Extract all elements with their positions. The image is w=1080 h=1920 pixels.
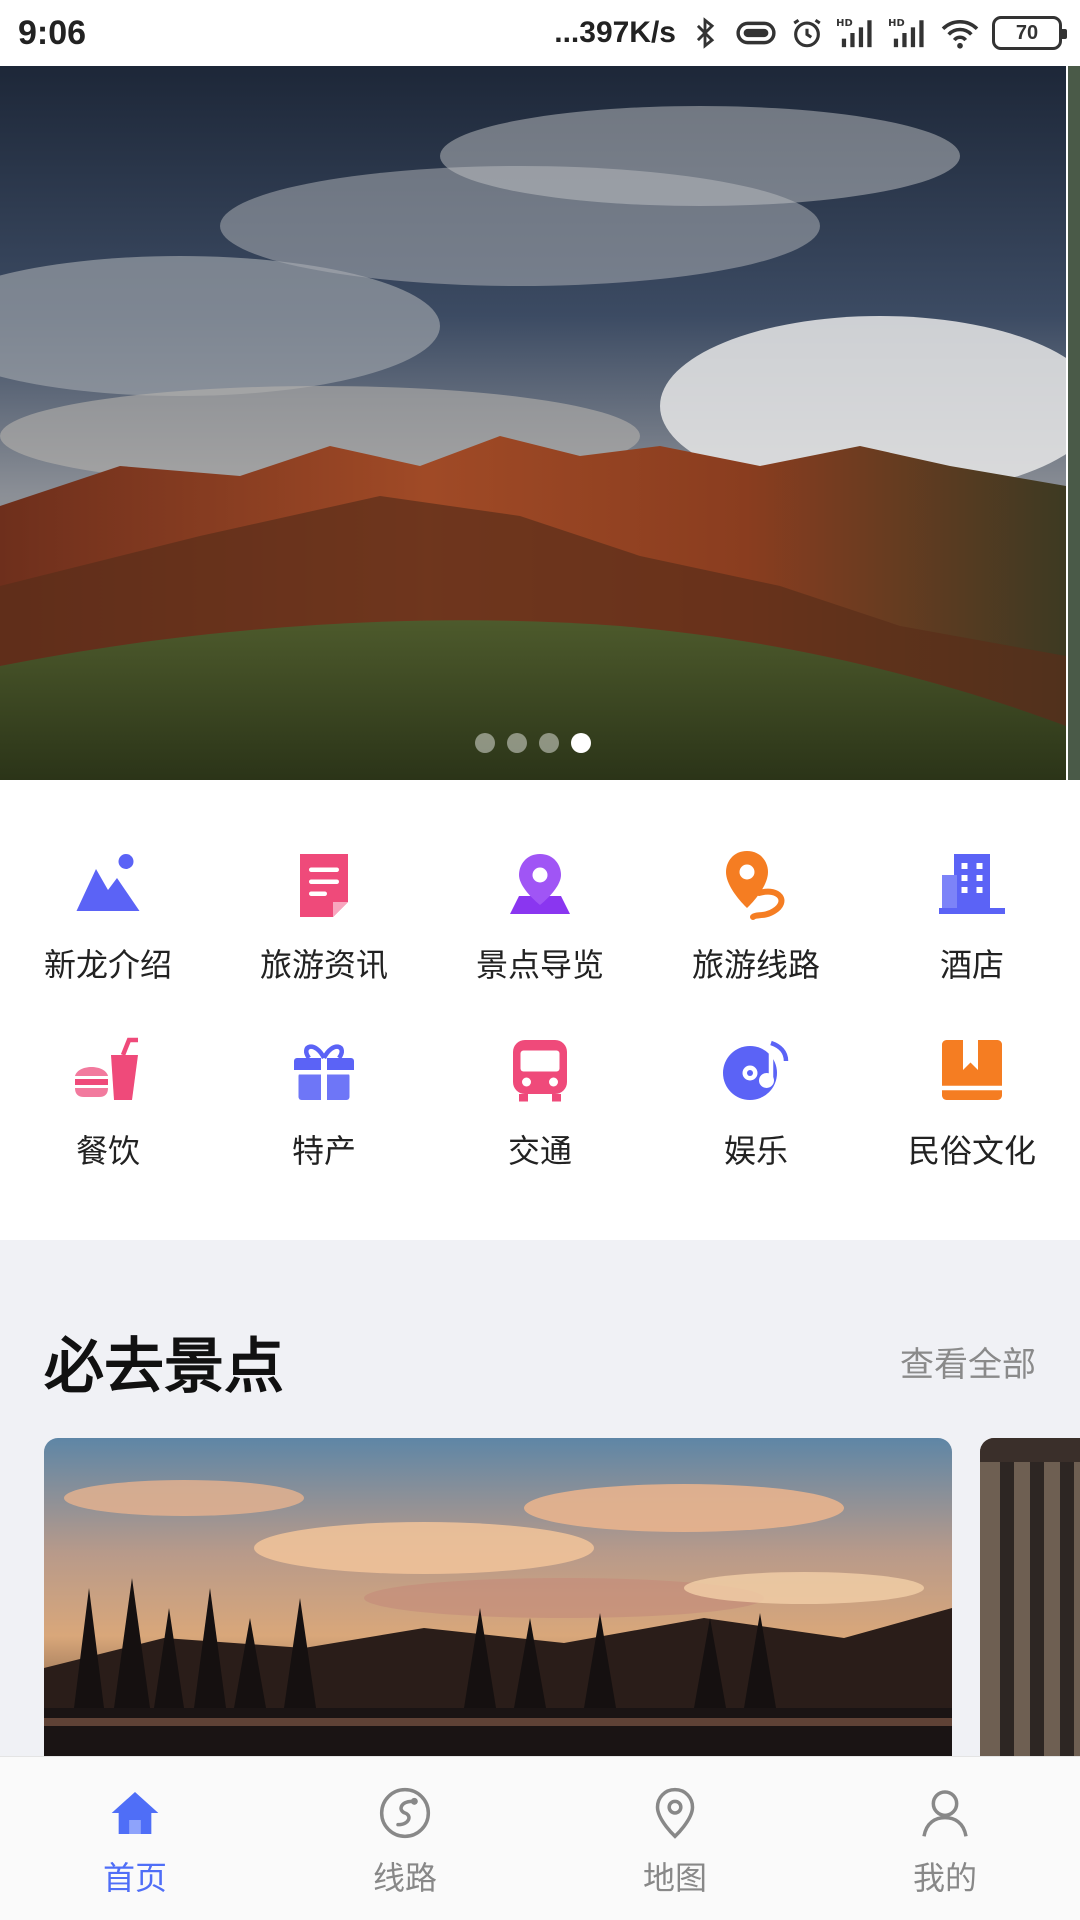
user-icon <box>922 1790 968 1837</box>
section-header: 必去景点 查看全部 <box>44 1318 1036 1405</box>
network-speed: ...397K/s <box>554 16 676 49</box>
category-scenic-guide[interactable]: 景点导览 <box>432 848 648 986</box>
category-label: 特产 <box>291 1132 356 1170</box>
bottom-tab-bar: 首页 线路 地图 我的 <box>0 1756 1080 1920</box>
map-pin-icon <box>655 1787 695 1839</box>
category-dining[interactable]: 餐饮 <box>0 1034 216 1172</box>
carousel-dot[interactable] <box>539 733 559 753</box>
category-label: 旅游资讯 <box>259 946 388 984</box>
category-label: 餐饮 <box>75 1132 140 1170</box>
hd-signal-icon: HD <box>888 18 924 48</box>
bluetooth-icon <box>696 17 715 49</box>
tab-mine[interactable]: 我的 <box>810 1757 1080 1920</box>
wifi-icon <box>941 19 979 49</box>
route-icon <box>726 851 785 920</box>
carousel-indicator <box>0 733 1066 753</box>
document-icon <box>300 854 348 917</box>
tab-label: 我的 <box>912 1859 977 1897</box>
tab-home[interactable]: 首页 <box>0 1757 270 1920</box>
banner-carousel[interactable] <box>0 66 1080 780</box>
category-label: 交通 <box>507 1132 572 1170</box>
category-travel-news[interactable]: 旅游资讯 <box>216 848 432 986</box>
music-disc-icon <box>723 1040 789 1100</box>
vibrate-icon <box>736 21 776 45</box>
mountain-icon <box>76 854 140 911</box>
category-label: 酒店 <box>939 946 1004 984</box>
battery-level: 70 <box>1015 21 1039 44</box>
svg-text:HD: HD <box>836 18 853 29</box>
banner-image[interactable] <box>0 66 1066 780</box>
category-label: 娱乐 <box>723 1132 788 1170</box>
route-circle-icon <box>379 1787 431 1839</box>
alarm-icon <box>793 18 821 48</box>
bus-icon <box>513 1040 567 1102</box>
category-label: 旅游线路 <box>691 946 820 984</box>
scenic-card-image[interactable] <box>44 1438 952 1756</box>
category-entertainment[interactable]: 娱乐 <box>648 1034 864 1172</box>
category-label: 景点导览 <box>475 946 604 984</box>
section-title: 必去景点 <box>44 1332 284 1402</box>
status-icons: ...397K/s HD HD 70 <box>554 16 1067 50</box>
must-visit-section: 必去景点 查看全部 <box>0 1240 1080 1756</box>
category-xinlong-intro[interactable]: 新龙介绍 <box>0 848 216 986</box>
category-specialty[interactable]: 特产 <box>216 1034 432 1172</box>
gift-icon <box>294 1044 354 1100</box>
tab-label: 首页 <box>102 1859 167 1897</box>
carousel-dot[interactable] <box>507 733 527 753</box>
fast-food-icon <box>75 1037 138 1100</box>
next-banner-peek <box>1068 66 1080 780</box>
carousel-dot[interactable] <box>475 733 495 753</box>
category-hotel[interactable]: 酒店 <box>864 848 1080 986</box>
view-all-link[interactable]: 查看全部 <box>900 1337 1036 1386</box>
hd-signal-icon: HD <box>836 18 872 48</box>
next-scenic-card-peek[interactable] <box>980 1438 1080 1756</box>
building-icon <box>939 854 1005 914</box>
scenic-cards[interactable] <box>44 1438 1080 1756</box>
category-label: 新龙介绍 <box>43 946 172 984</box>
tab-label: 地图 <box>642 1859 707 1897</box>
category-grid: 新龙介绍 旅游资讯 景点导览 旅游线路 酒店 餐饮 特产 交通 娱乐 民俗文化 <box>0 780 1080 1240</box>
book-icon <box>942 1040 1002 1100</box>
status-bar: 9:06 ...397K/s HD HD 70 <box>0 0 1080 66</box>
carousel-dot-active[interactable] <box>571 733 591 753</box>
tab-map[interactable]: 地图 <box>540 1757 810 1920</box>
status-time: 9:06 <box>18 13 87 52</box>
battery-icon: 70 <box>992 16 1067 50</box>
category-folk-culture[interactable]: 民俗文化 <box>864 1034 1080 1172</box>
location-pin-icon <box>510 854 570 914</box>
category-transport[interactable]: 交通 <box>432 1034 648 1172</box>
tab-label: 线路 <box>372 1859 437 1897</box>
home-icon <box>111 1792 159 1834</box>
svg-text:HD: HD <box>888 18 905 29</box>
tab-routes[interactable]: 线路 <box>270 1757 540 1920</box>
category-label: 民俗文化 <box>907 1132 1036 1170</box>
category-travel-routes[interactable]: 旅游线路 <box>648 848 864 986</box>
